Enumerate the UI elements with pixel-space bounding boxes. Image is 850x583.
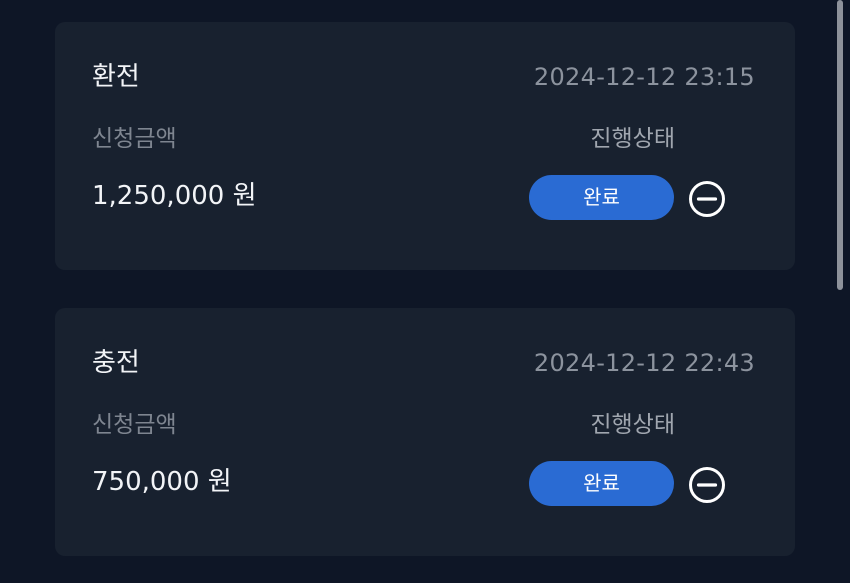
minus-circle-icon <box>689 467 725 503</box>
minus-circle-icon <box>689 181 725 217</box>
transaction-card: 충전 2024-12-12 22:43 신청금액 진행상태 750,000 원 … <box>55 308 795 556</box>
remove-button[interactable] <box>687 179 727 219</box>
scrollbar[interactable] <box>836 0 844 583</box>
status-badge[interactable]: 완료 <box>529 175 674 220</box>
amount-value: 1,250,000 원 <box>92 181 257 211</box>
remove-button[interactable] <box>687 465 727 505</box>
transaction-card: 환전 2024-12-12 23:15 신청금액 진행상태 1,250,000 … <box>55 22 795 270</box>
amount-label: 신청금액 <box>92 412 177 438</box>
scrollbar-thumb[interactable] <box>837 0 843 290</box>
status-label: 진행상태 <box>590 126 675 152</box>
transaction-datetime: 2024-12-12 23:15 <box>533 63 755 91</box>
amount-value: 750,000 원 <box>92 467 232 497</box>
status-badge[interactable]: 완료 <box>529 461 674 506</box>
transaction-history-page: 환전 2024-12-12 23:15 신청금액 진행상태 1,250,000 … <box>0 0 850 583</box>
transaction-type: 환전 <box>92 62 140 92</box>
amount-label: 신청금액 <box>92 126 177 152</box>
status-label: 진행상태 <box>590 412 675 438</box>
transaction-datetime: 2024-12-12 22:43 <box>533 349 755 377</box>
transaction-type: 충전 <box>92 348 140 378</box>
